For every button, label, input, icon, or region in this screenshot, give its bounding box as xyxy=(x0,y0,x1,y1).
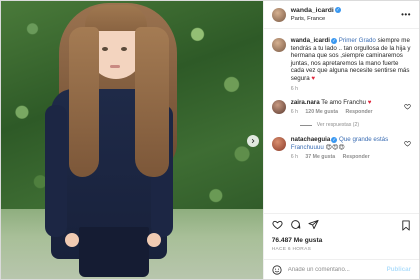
comment-icon[interactable] xyxy=(290,219,301,230)
heart-emoji: ♥ xyxy=(367,98,372,106)
comment-input[interactable] xyxy=(287,266,378,273)
heart-emoji: ♥ xyxy=(311,74,316,82)
caption-username[interactable]: wanda_icardi xyxy=(291,37,330,44)
verified-badge-icon: ✓ xyxy=(331,136,338,143)
more-options-icon[interactable]: ••• xyxy=(401,10,411,19)
author-avatar[interactable] xyxy=(271,38,286,52)
eye-left xyxy=(102,47,108,51)
caption-time[interactable]: 6 h xyxy=(291,86,298,92)
comment-username[interactable]: natachaeguia xyxy=(291,136,331,143)
bookmark-icon[interactable] xyxy=(401,220,411,231)
post-photo[interactable] xyxy=(1,1,263,279)
post-side-panel: wanda_icardi ✓ Paris, France ••• wanda_ic… xyxy=(262,1,419,279)
sleeve-left xyxy=(45,105,67,237)
publish-button[interactable]: Publicar xyxy=(387,266,411,273)
author-avatar[interactable] xyxy=(271,7,286,22)
next-arrow-icon xyxy=(251,138,255,144)
hand-left xyxy=(65,233,79,247)
mouth xyxy=(110,65,120,68)
reply-button[interactable]: Responder xyxy=(343,154,370,160)
caption-highlight: Primer Grado xyxy=(338,37,376,44)
instagram-post: wanda_icardi ✓ Paris, France ••• wanda_ic… xyxy=(0,0,420,280)
post-actions xyxy=(263,213,419,235)
verified-badge-icon: ✓ xyxy=(334,7,341,13)
post-header: wanda_icardi ✓ Paris, France ••• xyxy=(263,1,419,29)
view-replies-label: Ver respuestas (2) xyxy=(316,122,360,129)
replies-divider xyxy=(299,124,312,126)
comment-likes[interactable]: 37 Me gusta xyxy=(305,154,335,160)
heart-icon[interactable] xyxy=(404,103,411,110)
hair-front-left xyxy=(69,27,99,177)
comment-time[interactable]: 6 h xyxy=(291,154,298,160)
hair-front-right xyxy=(135,27,169,177)
post-location[interactable]: Paris, France xyxy=(291,15,341,23)
verified-badge-icon: ✓ xyxy=(330,37,337,44)
emoji-icon[interactable] xyxy=(272,264,282,275)
commenter-avatar[interactable] xyxy=(271,137,286,152)
caption-text: siempre me tendrás a tu lado .. tan orgu… xyxy=(290,37,411,82)
add-comment-bar: Publicar xyxy=(263,259,419,279)
caption: wanda_icardi ✓ Primer Grado siempre me te… xyxy=(271,37,411,93)
heart-icon[interactable] xyxy=(272,219,283,230)
post-date[interactable]: HACE 6 HORAS xyxy=(272,247,311,252)
heart-icon[interactable] xyxy=(404,140,411,147)
comment-item: natachaeguia ✓ Que grande estás Franchuuu… xyxy=(271,136,411,161)
comment-item: zaira.nara Te amo Franchu ♥ 6 h 120 Me g… xyxy=(271,98,411,117)
comment-likes[interactable]: 120 Me gusta xyxy=(305,109,338,115)
eye-right xyxy=(121,47,127,51)
comment-time[interactable]: 6 h xyxy=(291,109,298,115)
commenter-avatar[interactable] xyxy=(271,99,286,114)
reply-button[interactable]: Responder xyxy=(345,109,372,115)
comments-list[interactable]: wanda_icardi ✓ Primer Grado siempre me te… xyxy=(264,37,419,203)
author-username[interactable]: wanda_icardi xyxy=(291,7,334,14)
emoji: 😍😍😍 xyxy=(325,143,345,151)
hand-right xyxy=(147,233,161,247)
skirt xyxy=(79,227,149,277)
likes-count[interactable]: 76.487 Me gusta xyxy=(272,237,323,244)
comment-text: Te amo Franchu xyxy=(321,98,366,106)
comment-username[interactable]: zaira.nara xyxy=(291,99,320,106)
share-icon[interactable] xyxy=(308,219,319,230)
next-photo-button[interactable] xyxy=(247,135,259,147)
view-replies-button[interactable]: Ver respuestas (2) xyxy=(299,122,411,129)
